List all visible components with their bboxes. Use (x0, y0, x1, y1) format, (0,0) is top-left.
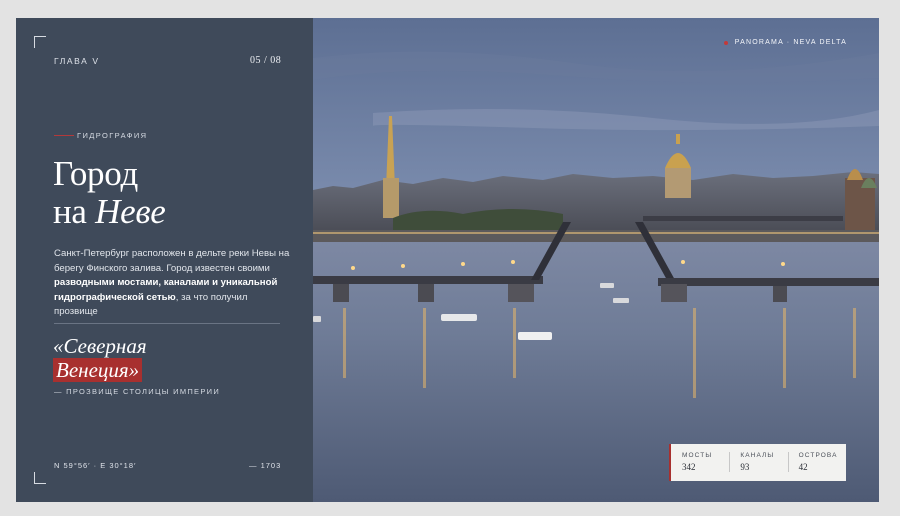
stat-label: ОСТРОВА (798, 452, 838, 459)
stat-value: 42 (798, 462, 808, 472)
chapter-label: ГЛАВА V (54, 56, 100, 66)
title-line-2: на Неве (53, 192, 166, 231)
kicker-dash (54, 135, 74, 136)
stat-bridges: МОСТЫ 342 (671, 444, 729, 481)
section-kicker: ГИДРОГРАФИЯ (54, 131, 147, 140)
nickname-line-1: «Северная (53, 334, 147, 358)
text-panel: ГЛАВА V 05 / 08 ГИДРОГРАФИЯ Город на Нев… (16, 18, 313, 502)
description: Санкт-Петербург расположен в дельте реки… (54, 247, 290, 320)
slide-counter: 05 / 08 (250, 55, 282, 66)
divider (54, 323, 280, 324)
stat-value: 93 (740, 462, 750, 472)
corner-mark-bottom-left (34, 472, 46, 484)
nickname-highlight: Венеция» (53, 358, 143, 382)
panorama-photo: PANORAMA · NEVA DELTA МОСТЫ 342 КАНАЛЫ 9… (313, 18, 879, 502)
stat-label: МОСТЫ (682, 452, 713, 459)
coordinates: N 59°56′ · E 30°18′ (54, 461, 137, 470)
photo-tag: PANORAMA · NEVA DELTA (723, 39, 847, 46)
stat-canals: КАНАЛЫ 93 (729, 444, 787, 481)
photo-tag-text: PANORAMA · NEVA DELTA (734, 39, 847, 46)
nickname-caption: — ПРОЗВИЩЕ СТОЛИЦЫ ИМПЕРИИ (54, 387, 221, 396)
page-title: Город на Неве (53, 154, 166, 231)
neva-panorama-image (313, 18, 879, 502)
founding-year: — 1703 (249, 461, 282, 470)
stats-card: МОСТЫ 342 КАНАЛЫ 93 ОСТРОВА 42 (669, 444, 846, 481)
stat-value: 342 (682, 462, 696, 472)
title-plain: на (53, 192, 96, 231)
title-italic: Неве (95, 192, 166, 231)
slide: ГЛАВА V 05 / 08 ГИДРОГРАФИЯ Город на Нев… (16, 18, 879, 502)
desc-part-1: Санкт-Петербург расположен в дельте реки… (54, 248, 290, 274)
title-line-1: Город (53, 154, 138, 193)
stat-islands: ОСТРОВА 42 (787, 444, 846, 481)
stat-label: КАНАЛЫ (740, 452, 775, 459)
tag-dot-icon (723, 40, 728, 45)
nickname-quote: «Северная Венеция» (53, 334, 147, 382)
kicker-text: ГИДРОГРАФИЯ (77, 131, 148, 140)
corner-mark-top-left (34, 36, 46, 48)
